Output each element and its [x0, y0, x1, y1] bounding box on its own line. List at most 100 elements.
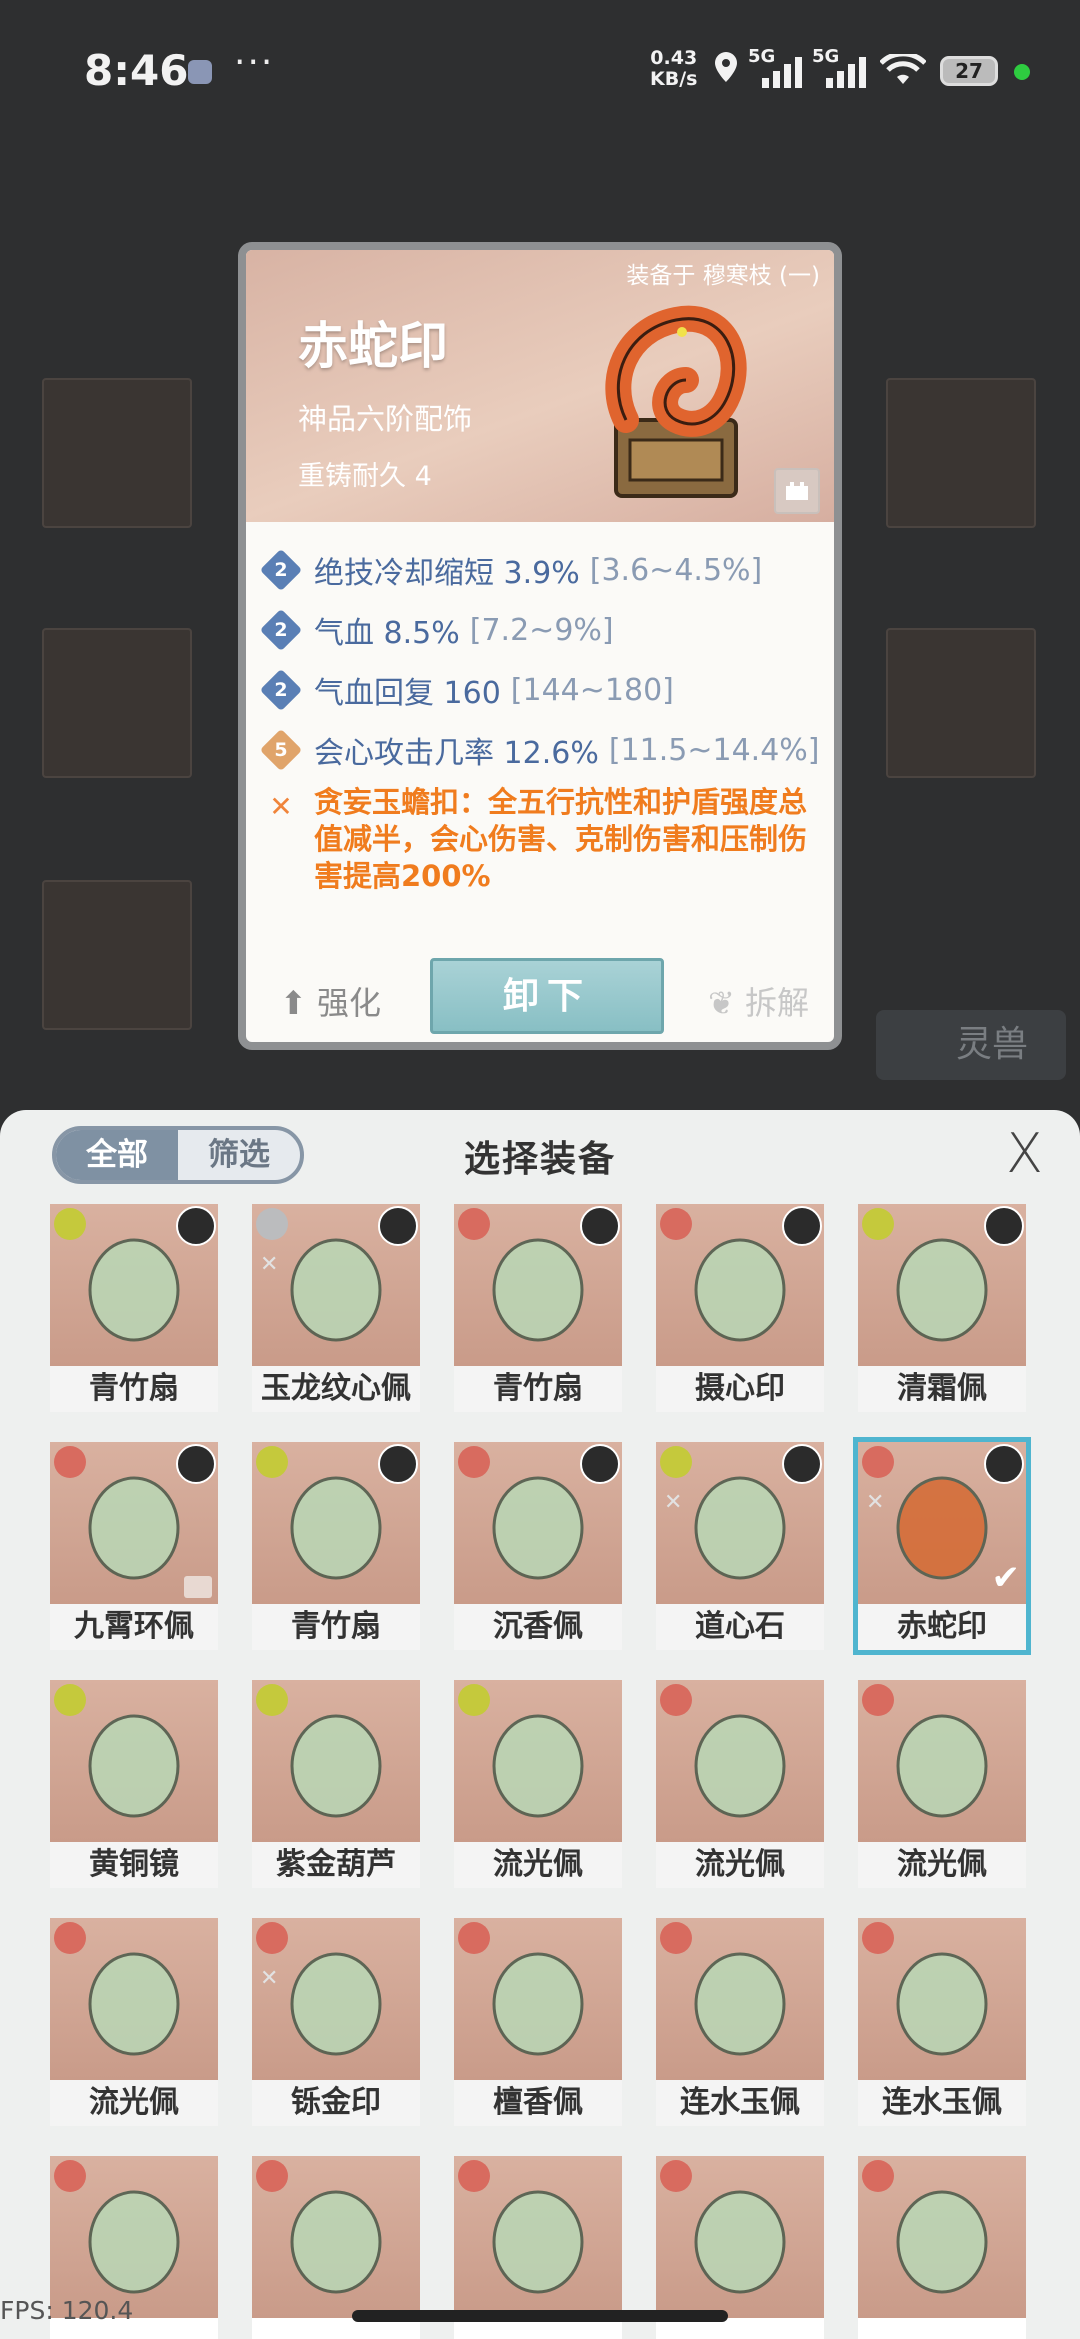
- stat-level-badge-icon: 2: [259, 608, 303, 652]
- equipment-name: 青竹扇: [50, 1366, 218, 1412]
- clock: 8:46: [84, 46, 189, 95]
- equipment-tile[interactable]: 青竹扇: [50, 1204, 218, 1412]
- equipment-tile[interactable]: ✕ 道心石: [656, 1442, 824, 1650]
- privacy-indicator-dot: [1014, 64, 1030, 80]
- owner-avatar: [782, 1444, 822, 1484]
- home-indicator[interactable]: [352, 2310, 728, 2322]
- set-bonus-icon: ✕: [866, 1490, 885, 1515]
- equipment-tile[interactable]: [858, 2156, 1026, 2339]
- more-notifications-icon: ···: [234, 42, 275, 83]
- equipment-tile[interactable]: 檀香佩: [454, 1918, 622, 2126]
- element-water-icon: [660, 1922, 692, 1954]
- owner-avatar: [176, 1444, 216, 1484]
- stat-text: 气血 8.5%: [314, 616, 460, 651]
- equipment-name: 黄铜镜: [50, 1842, 218, 1888]
- unequip-button[interactable]: 卸下: [430, 958, 664, 1034]
- equipment-tile[interactable]: 流光佩: [858, 1680, 1026, 1888]
- set-bonus-icon: ✕: [260, 1966, 279, 1991]
- equipment-name: 紫金葫芦: [252, 1842, 420, 1888]
- set-effect-text: 贪妄玉蟾扣：全五行抗性和护盾强度总值减半，会心伤害、克制伤害和压制伤害提高200…: [314, 785, 808, 893]
- equipment-name: 青竹扇: [252, 1604, 420, 1650]
- element-water-icon: [458, 1208, 490, 1240]
- owner-avatar: [782, 1206, 822, 1246]
- element-wood-icon: [660, 1446, 692, 1478]
- owner-avatar: [378, 1444, 418, 1484]
- equipment-tile[interactable]: 流光佩: [454, 1680, 622, 1888]
- stat-range: [7.2~9%]: [469, 612, 614, 648]
- element-metal-icon: [256, 1208, 288, 1240]
- equipment-name: 九霄环佩: [50, 1604, 218, 1650]
- equipment-name: 连水玉佩: [656, 2080, 824, 2126]
- set-effect-icon: ✕: [269, 790, 293, 823]
- equipment-tile[interactable]: 紫金葫芦: [252, 1680, 420, 1888]
- equipment-name: 流光佩: [858, 1842, 1026, 1888]
- equipment-detail-card: 装备于 穆寒枝 (一) 赤蛇印 神品六阶配饰 重铸耐久 4 2 绝技冷却缩短 3…: [238, 242, 842, 1050]
- signal-bars-icon-1: [760, 56, 806, 96]
- owner-avatar: [984, 1444, 1024, 1484]
- equipment-tile[interactable]: ✕ 玉龙纹心佩: [252, 1204, 420, 1412]
- stat-level-badge-icon: 2: [259, 668, 303, 712]
- equipment-name: 道心石: [656, 1604, 824, 1650]
- battery-indicator: 27: [940, 56, 998, 86]
- equipment-tile[interactable]: 流光佩: [50, 1918, 218, 2126]
- owner-avatar: [580, 1444, 620, 1484]
- stat-range: [11.5~14.4%]: [608, 732, 820, 768]
- equipped-by-label: 装备于 穆寒枝 (一): [626, 263, 820, 289]
- equipment-tile[interactable]: 黄铜镜: [50, 1680, 218, 1888]
- element-water-icon: [54, 1446, 86, 1478]
- equipment-tile[interactable]: 清霜佩: [858, 1204, 1026, 1412]
- element-water-icon: [458, 1446, 490, 1478]
- signal-bars-icon-2: [824, 56, 870, 96]
- dismantle-button[interactable]: ❦ 拆解: [708, 978, 809, 1024]
- equipment-name: 摄心印: [656, 1366, 824, 1412]
- equipment-tile[interactable]: 摄心印: [656, 1204, 824, 1412]
- equipment-tile[interactable]: 青竹扇: [454, 1204, 622, 1412]
- stat-list: 2 绝技冷却缩短 3.9% [3.6~4.5%] 2 气血 8.5% [7.2~…: [258, 540, 834, 895]
- stat-row: 5 会心攻击几率 12.6% [11.5~14.4%]: [258, 720, 834, 780]
- stat-range: [144~180]: [510, 672, 674, 708]
- lock-icon: [184, 1576, 212, 1598]
- panel-title: 选择装备: [463, 1138, 616, 1180]
- stat-row: 2 绝技冷却缩短 3.9% [3.6~4.5%]: [258, 540, 834, 600]
- element-water-icon: [660, 1208, 692, 1240]
- equipment-tile[interactable]: 青竹扇: [252, 1442, 420, 1650]
- leaf-icon: ❦: [708, 984, 735, 1022]
- bg-equipment-slot: [42, 880, 192, 1030]
- item-grade: 神品六阶配饰: [298, 402, 473, 436]
- red-snake-seal-image: [586, 290, 766, 500]
- item-durability: 重铸耐久 4: [298, 461, 432, 492]
- enhance-button[interactable]: ⬆ 强化: [280, 978, 381, 1024]
- equipment-tile[interactable]: ✕ 铄金印: [252, 1918, 420, 2126]
- element-water-icon: [54, 2160, 86, 2192]
- element-water-icon: [256, 1922, 288, 1954]
- element-water-icon: [256, 2160, 288, 2192]
- checkmark-icon: ✔: [991, 1558, 1021, 1598]
- arrow-up-icon: ⬆: [280, 984, 307, 1022]
- equipment-name: 檀香佩: [454, 2080, 622, 2126]
- element-water-icon: [660, 1684, 692, 1716]
- close-icon[interactable]: X: [1006, 1126, 1043, 1182]
- equipment-name: 清霜佩: [858, 1366, 1026, 1412]
- lock-icon[interactable]: [774, 468, 820, 514]
- wifi-icon: [879, 51, 927, 96]
- stat-text: 会心攻击几率 12.6%: [314, 736, 599, 771]
- equipment-name: 铄金印: [252, 2080, 420, 2126]
- enhance-label: 强化: [316, 984, 381, 1022]
- stat-text: 绝技冷却缩短 3.9%: [314, 556, 580, 591]
- equipment-tile[interactable]: 连水玉佩: [858, 1918, 1026, 2126]
- stat-level-badge-icon: 2: [259, 548, 303, 592]
- stat-row: 2 气血 8.5% [7.2~9%]: [258, 600, 834, 660]
- equipment-tile[interactable]: ✕ 赤蛇印 ✔: [853, 1437, 1031, 1655]
- select-equipment-panel: 全部 筛选 选择装备 X 青竹扇 ✕ 玉龙纹心佩 青竹扇 摄心印 清霜佩 九霄环佩 青竹扇 沉香…: [0, 1110, 1080, 2339]
- owner-avatar: [378, 1206, 418, 1246]
- equipment-tile[interactable]: 九霄环佩: [50, 1442, 218, 1650]
- network-speed: 0.43 KB/s: [650, 48, 697, 90]
- dismantle-label: 拆解: [744, 984, 809, 1022]
- detail-card-header: 装备于 穆寒枝 (一) 赤蛇印 神品六阶配饰 重铸耐久 4: [246, 250, 834, 522]
- equipment-tile[interactable]: 流光佩: [656, 1680, 824, 1888]
- equipment-tile[interactable]: 连水玉佩: [656, 1918, 824, 2126]
- network-speed-value: 0.43: [650, 47, 698, 69]
- equipment-name: 流光佩: [656, 1842, 824, 1888]
- card-actions: ⬆ 强化 卸下 ❦ 拆解: [246, 950, 834, 1042]
- equipment-tile[interactable]: 沉香佩: [454, 1442, 622, 1650]
